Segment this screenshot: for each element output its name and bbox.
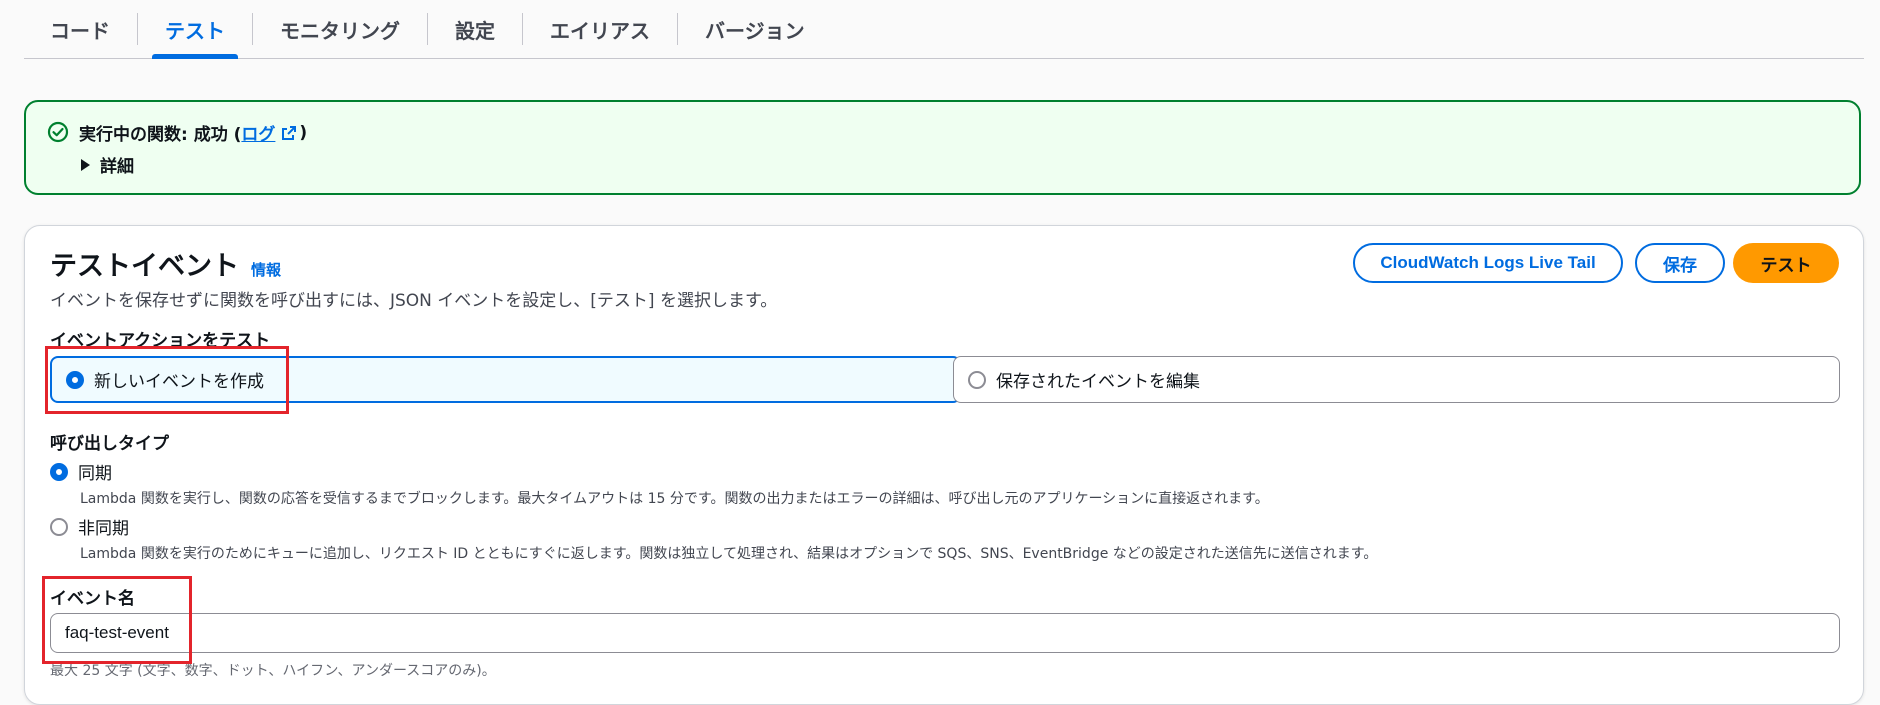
- details-label: 詳細: [100, 157, 134, 177]
- info-link[interactable]: 情報: [251, 259, 281, 280]
- event-name-input[interactable]: [50, 613, 1840, 653]
- radio-selected[interactable]: [50, 462, 68, 481]
- panel-title: テストイベント 情報: [50, 244, 281, 283]
- tab-settings[interactable]: 設定: [428, 0, 522, 58]
- radio-unselected[interactable]: [50, 517, 68, 536]
- panel-description: イベントを保存せずに関数を呼び出すには、JSON イベントを設定し、[テスト] …: [50, 291, 778, 311]
- async-label: 非同期: [78, 519, 129, 539]
- invocation-option-sync[interactable]: 同期 Lambda 関数を実行し、関数の応答を受信するまでブロックします。最大タ…: [50, 459, 1269, 508]
- caret-right-icon: [81, 158, 90, 171]
- alert-title: 実行中の関数: 成功 ( ログ ): [79, 120, 308, 146]
- check-circle-icon: [47, 121, 69, 143]
- invocation-type-label: 呼び出しタイプ: [50, 434, 169, 454]
- panel-title-text: テストイベント: [50, 251, 239, 282]
- radio-unselected[interactable]: [968, 370, 986, 389]
- create-new-event-tile[interactable]: 新しいイベントを作成: [50, 356, 961, 403]
- edit-saved-event-tile[interactable]: 保存されたイベントを編集: [953, 356, 1840, 403]
- test-event-panel: テストイベント 情報 イベントを保存せずに関数を呼び出すには、JSON イベント…: [24, 225, 1864, 705]
- cloudwatch-live-tail-button[interactable]: CloudWatch Logs Live Tail: [1353, 243, 1623, 283]
- sync-label: 同期: [78, 464, 112, 484]
- event-action-label: イベントアクションをテスト: [50, 331, 271, 351]
- alert-title-suffix: ): [299, 122, 308, 143]
- tab-code[interactable]: コード: [24, 0, 137, 58]
- create-new-event-label: 新しいイベントを作成: [94, 372, 264, 392]
- tab-test[interactable]: テスト: [138, 0, 252, 59]
- radio-selected[interactable]: [66, 370, 84, 389]
- external-link-icon[interactable]: [281, 125, 297, 141]
- test-button[interactable]: テスト: [1733, 243, 1839, 283]
- tab-monitoring[interactable]: モニタリング: [253, 0, 427, 58]
- edit-saved-event-label: 保存されたイベントを編集: [996, 372, 1200, 392]
- tab-versions[interactable]: バージョン: [678, 0, 832, 58]
- event-name-constraint: 最大 25 文字 (文字、数字、ドット、ハイフン、アンダースコアのみ)。: [50, 663, 496, 679]
- details-toggle[interactable]: 詳細: [81, 152, 134, 177]
- sync-description: Lambda 関数を実行し、関数の応答を受信するまでブロックします。最大タイムア…: [80, 491, 1269, 507]
- execution-success-alert: 実行中の関数: 成功 ( ログ ) 詳細: [24, 100, 1861, 195]
- tab-bar: コード テスト モニタリング 設定 エイリアス バージョン: [24, 0, 1864, 59]
- save-button[interactable]: 保存: [1635, 243, 1725, 283]
- log-link[interactable]: ログ: [241, 120, 275, 145]
- tab-aliases[interactable]: エイリアス: [523, 0, 677, 58]
- event-name-label: イベント名: [50, 589, 135, 609]
- async-description: Lambda 関数を実行のためにキューに追加し、リクエスト ID とともにすぐに…: [80, 546, 1378, 562]
- alert-title-prefix: 実行中の関数: 成功 (: [79, 125, 242, 145]
- invocation-option-async[interactable]: 非同期 Lambda 関数を実行のためにキューに追加し、リクエスト ID ととも…: [50, 514, 1377, 563]
